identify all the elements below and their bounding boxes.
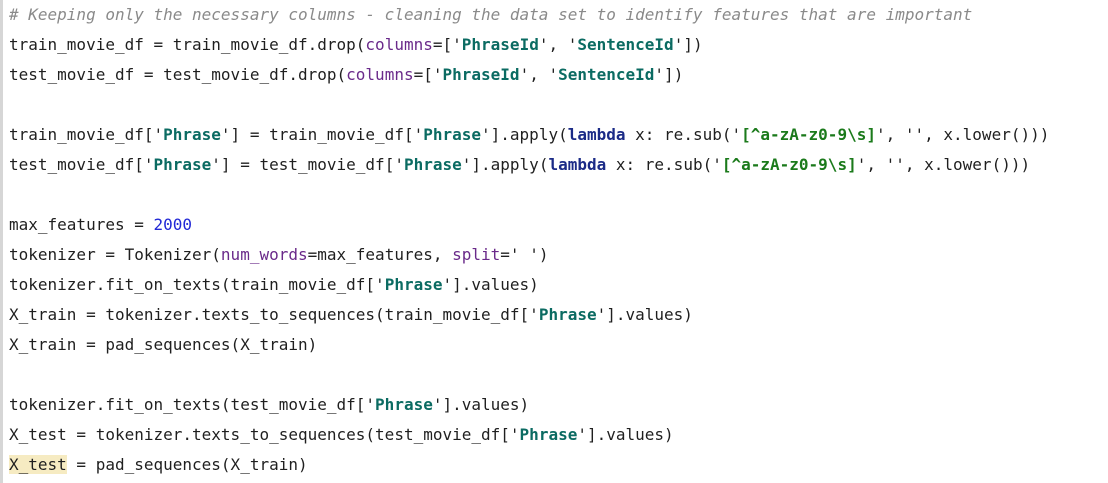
code-token: '].apply( [461,155,549,174]
code-token: 2000 [153,215,193,234]
code-line: tokenizer = Tokenizer(num_words=max_feat… [9,240,1049,270]
code-line: X_train = pad_sequences(X_train) [9,330,1049,360]
code-token: num_words [220,245,308,264]
code-token: X_train = tokenizer.texts_to_sequences(t… [9,305,539,324]
code-token: train_movie_df[' [9,125,164,144]
code-line: tokenizer.fit_on_texts(train_movie_df['P… [9,270,1049,300]
code-token: Phrase [153,155,212,174]
code-token: '].values) [432,395,530,414]
code-token: Phrase [375,395,433,414]
code-token: =[' [432,35,462,54]
code-line: train_movie_df['Phrase'] = train_movie_d… [9,120,1049,150]
code-token: '].values) [596,305,693,324]
code-line: # Keeping only the necessary columns - c… [9,0,1049,30]
code-token: '].values) [577,425,674,444]
code-token: # Keeping only the necessary columns - c… [9,5,973,24]
code-token: SentenceId [558,65,655,84]
highlighted-token: X_test [9,455,67,474]
code-token: PhraseId [442,65,520,84]
code-token: '] = test_movie_df[' [211,155,404,174]
code-token: max_features = [9,215,154,234]
code-token: X_train = pad_sequences(X_train) [9,335,318,354]
code-editor[interactable]: # Keeping only the necessary columns - c… [0,0,1108,483]
code-token: ', ' [519,65,559,84]
code-token: '] = train_movie_df[' [220,125,424,144]
code-token: Phrase [519,425,578,444]
code-token: Phrase [538,305,597,324]
code-token: [^a-zA-z0-9\s] [721,155,857,174]
code-line: X_test = pad_sequences(X_train) [9,450,1049,480]
code-line: test_movie_df = test_movie_df.drop(colum… [9,60,1049,90]
code-token: columns [365,35,433,54]
code-token: [^a-zA-z0-9\s] [741,125,876,144]
code-token: X_test = tokenizer.texts_to_sequences(te… [9,425,520,444]
code-token: tokenizer.fit_on_texts(test_movie_df[' [9,395,376,414]
code-token: split [452,245,501,264]
code-line: train_movie_df = train_movie_df.drop(col… [9,30,1049,60]
code-token: columns [346,65,414,84]
code-token: x: re.sub(' [625,125,742,144]
code-token: lambda [548,155,607,174]
code-line: test_movie_df['Phrase'] = test_movie_df[… [9,150,1049,180]
code-token: Phrase [423,125,482,144]
code-token: Phrase [163,125,221,144]
code-token: SentenceId [577,35,674,54]
code-cell[interactable]: # Keeping only the necessary columns - c… [9,0,1049,480]
code-token: '].values) [442,275,539,294]
code-token: =' ') [500,245,549,264]
code-token: ', '', x.lower())) [856,155,1031,174]
code-token: ']) [654,65,684,84]
code-token: ', '', x.lower())) [875,125,1050,144]
code-token: tokenizer.fit_on_texts(train_movie_df[' [9,275,385,294]
code-token: ', ' [538,35,578,54]
code-line: tokenizer.fit_on_texts(test_movie_df['Ph… [9,390,1049,420]
code-token: test_movie_df = test_movie_df.drop( [9,65,347,84]
code-token: Phrase [384,275,443,294]
code-token: lambda [567,125,626,144]
code-token: =[' [413,65,443,84]
code-token: '].apply( [481,125,568,144]
code-token: Phrase [403,155,462,174]
code-token: tokenizer = Tokenizer( [9,245,221,264]
code-token: PhraseId [461,35,539,54]
code-token: x: re.sub(' [606,155,722,174]
code-token: =max_features, [307,245,453,264]
code-token: ']) [673,35,703,54]
code-line: X_test = tokenizer.texts_to_sequences(te… [9,420,1049,450]
code-line: X_train = tokenizer.texts_to_sequences(t… [9,300,1049,330]
code-token: test_movie_df[' [9,155,154,174]
code-token: train_movie_df = train_movie_df.drop( [9,35,366,54]
code-token: = pad_sequences(X_train) [66,455,308,474]
code-line: max_features = 2000 [9,210,1049,240]
